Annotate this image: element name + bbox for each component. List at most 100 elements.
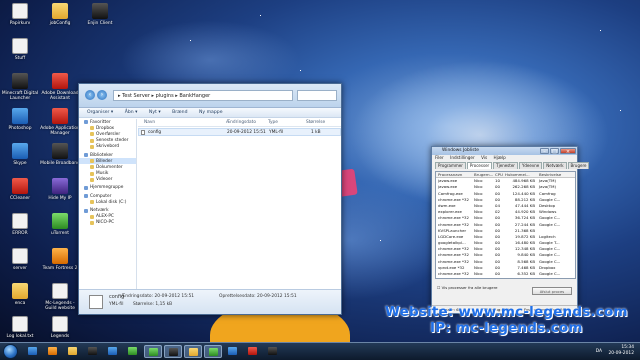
clock[interactable]: 15:34 20-09-2012 [608, 345, 634, 357]
nav-item[interactable]: Hjemmegruppe [79, 185, 136, 191]
file-row[interactable]: config 20-09-2012 15:51 YML-fil 1 kB [138, 128, 341, 136]
file-list-header: Navn Ændringsdato Type Størrelse [138, 119, 341, 127]
desktop-icon-server[interactable]: server [0, 248, 40, 271]
media-icon [248, 347, 257, 355]
column-date[interactable]: Ændringsdato [226, 119, 256, 127]
camfrog-icon [169, 348, 178, 356]
nav-item[interactable]: Skrivebord [79, 144, 136, 150]
nav-item-label: Biblioteker [90, 152, 113, 158]
tab-performance[interactable]: Ydeevne [518, 162, 543, 169]
forward-button[interactable]: › [97, 90, 107, 100]
close-button[interactable]: × [560, 148, 576, 155]
menu-options[interactable]: Indstillinger [450, 155, 475, 160]
star [190, 40, 191, 41]
burn-button[interactable]: Brænd [172, 110, 187, 115]
column-type[interactable]: Type [268, 119, 278, 127]
skype-icon [228, 347, 237, 355]
column-name[interactable]: Navn [144, 119, 155, 127]
process-table[interactable]: Processnavn Brugern... CPU Hukommel... B… [435, 171, 576, 279]
taskbar-app[interactable] [84, 345, 102, 358]
file-size: 1 kB [311, 130, 321, 135]
column-size[interactable]: Størrelse [306, 119, 325, 127]
desktop-icon-adobe-download[interactable]: Adobe Download Assistant [40, 73, 80, 101]
desktop-icon-enjin[interactable]: Enjin Client [80, 3, 120, 26]
organize-button[interactable]: Organiser ▾ [87, 110, 113, 115]
desktop-icon-error[interactable]: ERROR [0, 213, 40, 236]
menu-view[interactable]: Vis [481, 155, 487, 160]
details-modified: Ændringsdato: 20-09-2012 15:51 [121, 294, 195, 299]
star [620, 110, 621, 111]
photoshop-icon [12, 108, 28, 124]
desktop-icon-minecraft[interactable]: Minecraft Digital Launcher [0, 73, 40, 101]
desktop-icon-utorrent[interactable]: uTorrent [40, 213, 80, 236]
tab-programs[interactable]: Programmer [435, 162, 466, 169]
maximize-button[interactable]: □ [550, 148, 559, 155]
taskbar-photoshop[interactable] [104, 345, 122, 358]
task-manager-titlebar[interactable]: Windows Jobliste – □ × [432, 147, 577, 155]
desktop-icon-adobe-manager[interactable]: Adobe Application Manager [40, 108, 80, 136]
desktop-icon-jobconfig[interactable]: jobConfig [40, 3, 80, 26]
new-folder-button[interactable]: Ny mappe [199, 110, 223, 115]
desktop-icon-skype[interactable]: Skype [0, 143, 40, 166]
star [600, 30, 601, 31]
nav-item[interactable]: Lokal disk (C:) [79, 199, 136, 205]
menu-help[interactable]: Hjælp [494, 155, 506, 160]
group-icon [84, 185, 88, 190]
open-button[interactable]: Åbn ▾ [125, 110, 138, 115]
taskbar-camfrog[interactable] [164, 345, 182, 358]
desktop-icon-legends[interactable]: Legends [40, 316, 80, 339]
taskbar-media2[interactable] [244, 345, 262, 358]
desktop-icon-hide-my-ip[interactable]: Hide My IP [40, 178, 80, 201]
nav-item-label: Musik [96, 171, 109, 177]
process-cpu: 00 [495, 277, 500, 278]
tab-services[interactable]: Tjenester [493, 162, 518, 169]
taskbar-media[interactable] [44, 345, 62, 358]
desktop-icon-team-fortress[interactable]: Team Fortress 2 [40, 248, 80, 271]
nav-item[interactable]: NICO-PC [79, 220, 136, 226]
nav-item-label: Favoritter [90, 119, 111, 125]
file-icon [89, 295, 103, 309]
desktop-icon-mc-legends[interactable]: Mc-Legends - Guild website [40, 283, 80, 311]
taskbar-minecraft[interactable] [144, 345, 162, 358]
show-all-users-checkbox[interactable]: ☐ Vis processer fra alle brugere [437, 285, 497, 290]
taskbar-task-manager[interactable] [204, 345, 222, 358]
desktop-icon-enca[interactable]: enca [0, 283, 40, 306]
navigation-pane[interactable]: Favoritter Dropbox Overførsler Seneste sted… [79, 119, 137, 290]
taskbar-explorer[interactable] [64, 345, 82, 358]
file-list[interactable]: Navn Ændringsdato Type Størrelse config … [138, 119, 341, 290]
language-indicator[interactable]: DA [596, 349, 602, 354]
nav-item[interactable]: Videoer [79, 177, 136, 183]
taskbar-recorder[interactable] [264, 345, 282, 358]
tab-users[interactable]: Brugere [567, 162, 590, 169]
desktop-icon-mobile-broadband[interactable]: Mobile Broadband [40, 143, 80, 166]
menu-file[interactable]: Filer [435, 155, 444, 160]
tab-processes[interactable]: Processer [466, 162, 493, 169]
details-created: Oprettelsesdato: 20-09-2012 15:51 [219, 294, 297, 299]
minimize-button[interactable]: – [540, 148, 549, 155]
start-button[interactable] [3, 344, 18, 359]
desktop-icon-stuff[interactable]: Stuff [0, 38, 40, 61]
taskbar-chrome[interactable] [124, 345, 142, 358]
process-row[interactable]: hkcmd.exe Nico 00 3.396 KB hkcmd Mo... [436, 277, 575, 278]
tab-network[interactable]: Netværk [543, 162, 567, 169]
desktop-icon-ccleaner[interactable]: CCleaner [0, 178, 40, 201]
address-bar[interactable]: ▸ Test Server ▸ plugins ▸ BankHanger [113, 90, 293, 101]
back-button[interactable]: ‹ [85, 90, 95, 100]
ccleaner-icon [12, 178, 28, 194]
desktop-icon-photoshop[interactable]: Photoshop [0, 108, 40, 131]
search-input[interactable] [297, 90, 337, 101]
explorer-window[interactable]: ‹ › ▸ Test Server ▸ plugins ▸ BankHanger… [78, 83, 342, 315]
new-button[interactable]: Nyt ▾ [149, 110, 161, 115]
nav-item-label: NICO-PC [96, 220, 115, 226]
document-icon [52, 283, 68, 299]
taskbar-explorer-window[interactable] [184, 345, 202, 358]
nav-item-label: Seneste steder [96, 138, 129, 144]
task-manager-window[interactable]: Windows Jobliste – □ × Filer Indstillinger… [431, 146, 590, 314]
folder-icon [90, 165, 94, 170]
desktop-icon-recycle-bin[interactable]: Papirkurv [0, 3, 40, 26]
end-process-button[interactable]: Afslut proces [532, 287, 572, 295]
taskbar-skype[interactable] [224, 345, 242, 358]
taskbar-ie[interactable] [24, 345, 42, 358]
explorer-titlebar[interactable]: ‹ › ▸ Test Server ▸ plugins ▸ BankHanger [79, 84, 341, 108]
desktop-icon-log[interactable]: Log lokal.txt [0, 316, 40, 339]
